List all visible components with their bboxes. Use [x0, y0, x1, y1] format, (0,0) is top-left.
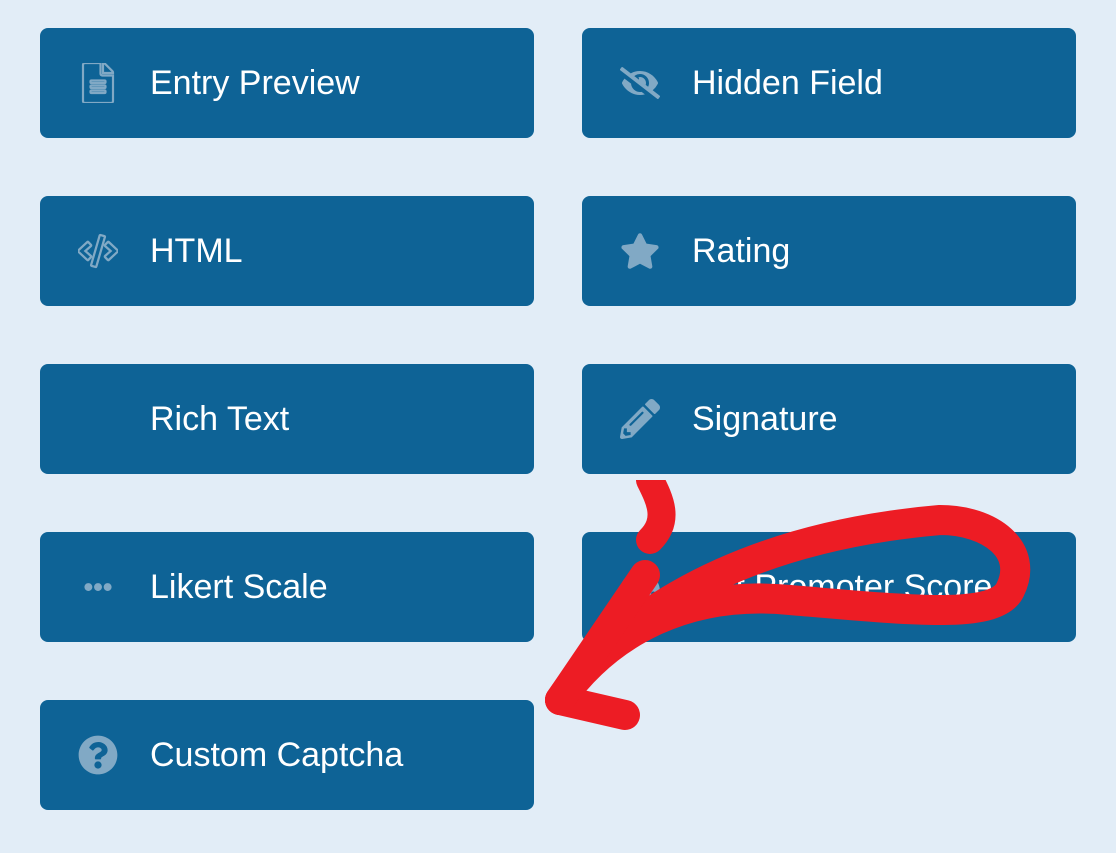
eye-slash-icon	[618, 61, 662, 105]
field-label: Likert Scale	[150, 568, 328, 607]
field-label: Rating	[692, 232, 790, 271]
field-type-grid: Entry Preview Hidden Field HTML Rating R…	[40, 28, 1076, 810]
field-html[interactable]: HTML	[40, 196, 534, 306]
field-rich-text[interactable]: Rich Text	[40, 364, 534, 474]
star-icon	[618, 229, 662, 273]
ellipsis-icon	[76, 565, 120, 609]
field-label: Hidden Field	[692, 64, 883, 103]
file-text-icon	[76, 61, 120, 105]
field-likert-scale[interactable]: Likert Scale	[40, 532, 534, 642]
field-label: Signature	[692, 400, 838, 439]
field-signature[interactable]: Signature	[582, 364, 1076, 474]
field-label: Entry Preview	[150, 64, 360, 103]
pencil-icon	[618, 397, 662, 441]
dashboard-icon	[618, 565, 662, 609]
field-label: Rich Text	[150, 400, 289, 439]
field-custom-captcha[interactable]: Custom Captcha	[40, 700, 534, 810]
field-entry-preview[interactable]: Entry Preview	[40, 28, 534, 138]
question-circle-icon	[76, 733, 120, 777]
field-label: Net Promoter Score	[692, 568, 992, 607]
edit-icon	[76, 397, 120, 441]
field-net-promoter-score[interactable]: Net Promoter Score	[582, 532, 1076, 642]
field-hidden-field[interactable]: Hidden Field	[582, 28, 1076, 138]
field-label: Custom Captcha	[150, 736, 403, 775]
field-label: HTML	[150, 232, 243, 271]
field-rating[interactable]: Rating	[582, 196, 1076, 306]
code-icon	[76, 229, 120, 273]
